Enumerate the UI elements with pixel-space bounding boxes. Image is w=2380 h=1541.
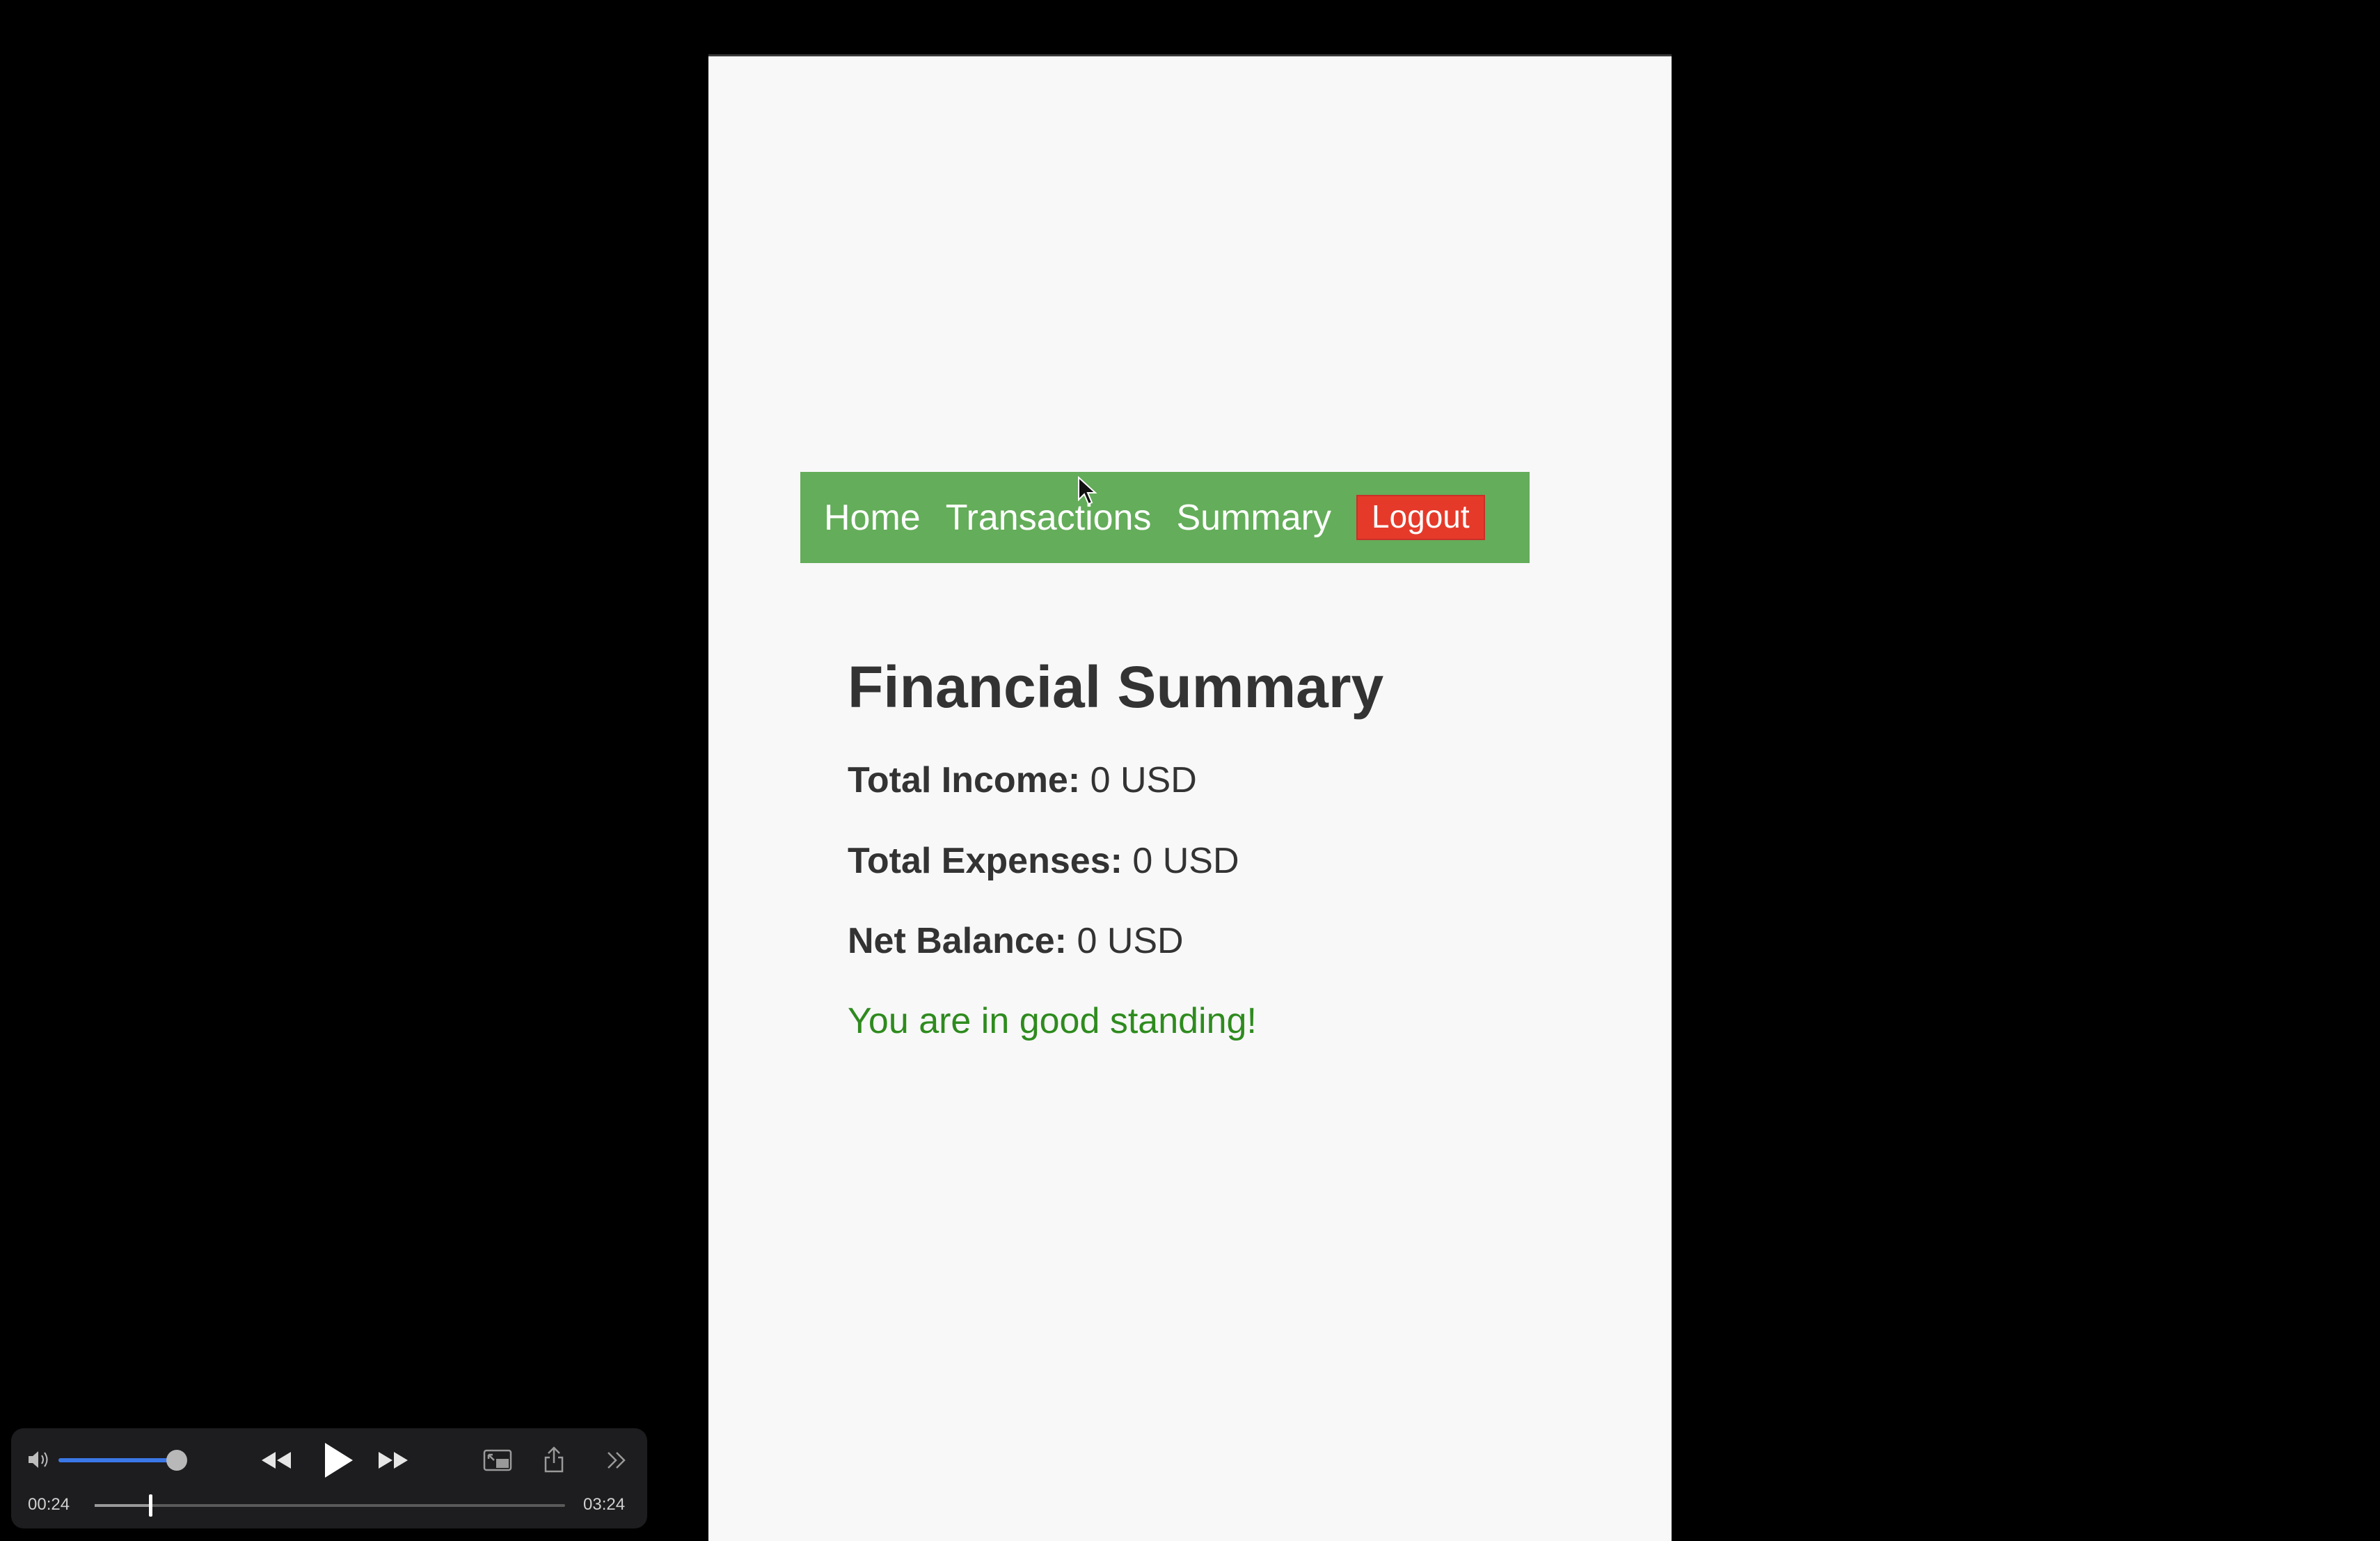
elapsed-time: 00:24: [28, 1495, 70, 1514]
video-frame: Home Transactions Summary Logout Financi…: [708, 54, 1672, 1541]
logout-button[interactable]: Logout: [1356, 495, 1485, 540]
total-expenses-label: Total Expenses:: [848, 840, 1122, 881]
mouse-cursor-icon: [1078, 476, 1097, 505]
volume-slider-knob[interactable]: [166, 1450, 187, 1471]
net-balance-label: Net Balance:: [848, 920, 1067, 961]
nav-home-link[interactable]: Home: [824, 497, 921, 539]
net-balance-row: Net Balance: 0 USD: [848, 920, 1544, 961]
page-title: Financial Summary: [848, 654, 1384, 720]
volume-slider[interactable]: [58, 1450, 187, 1471]
standing-message: You are in good standing!: [848, 1000, 1257, 1041]
player-controls: 00:24 03:24: [11, 1428, 647, 1528]
playback-progress: [95, 1504, 150, 1507]
fast-forward-icon[interactable]: [374, 1445, 412, 1476]
summary-content: Financial Summary Total Income: 0 USD To…: [848, 655, 1544, 1077]
total-expenses-value: 0 USD: [1132, 840, 1239, 881]
volume-icon[interactable]: [26, 1448, 51, 1471]
total-income-label: Total Income:: [848, 760, 1081, 801]
playback-head[interactable]: [148, 1494, 152, 1517]
volume-slider-fill: [58, 1458, 177, 1462]
nav-summary-link[interactable]: Summary: [1176, 497, 1331, 539]
play-icon[interactable]: [317, 1439, 356, 1481]
nav-transactions-link[interactable]: Transactions: [946, 497, 1152, 539]
more-icon[interactable]: [603, 1446, 630, 1474]
navbar: Home Transactions Summary Logout: [800, 472, 1530, 563]
total-income-value: 0 USD: [1090, 760, 1197, 801]
total-income-row: Total Income: 0 USD: [848, 761, 1544, 800]
total-duration: 03:24: [583, 1495, 626, 1514]
rewind-icon[interactable]: [257, 1445, 295, 1476]
total-expenses-row: Total Expenses: 0 USD: [848, 841, 1544, 881]
screen: Home Transactions Summary Logout Financi…: [0, 0, 2380, 1541]
share-icon[interactable]: [540, 1444, 568, 1476]
net-balance-value: 0 USD: [1077, 920, 1184, 961]
picture-in-picture-icon[interactable]: [482, 1446, 515, 1474]
playback-scrubber[interactable]: [95, 1494, 565, 1517]
